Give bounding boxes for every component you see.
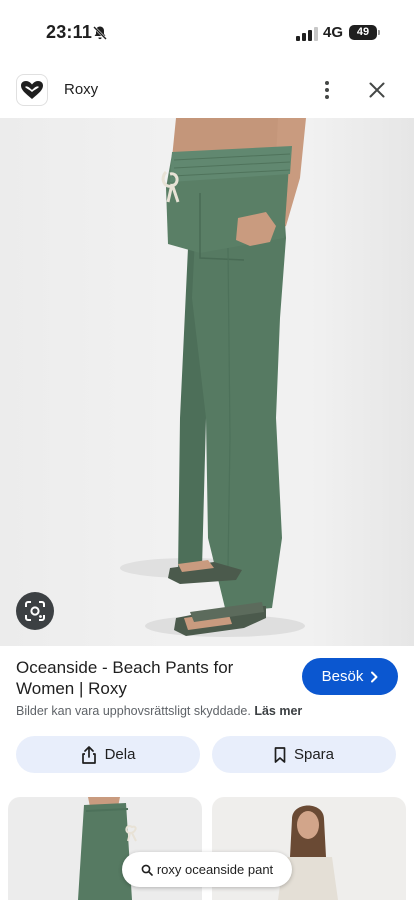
- share-icon: [81, 745, 96, 764]
- source-header: Roxy: [0, 66, 414, 114]
- more-options-button[interactable]: [316, 78, 338, 102]
- roxy-logo[interactable]: [16, 74, 48, 106]
- save-label: Spara: [293, 746, 335, 763]
- save-button[interactable]: Spara: [212, 736, 396, 773]
- battery-tip: [378, 30, 380, 35]
- bookmark-icon: [274, 746, 286, 763]
- roxy-heart-logo-icon: [21, 81, 43, 99]
- share-button[interactable]: Dela: [16, 736, 200, 773]
- search-query: roxy oceanside pant: [156, 862, 274, 877]
- visit-label: Besök: [321, 668, 364, 685]
- status-bar: 23:11 4G 49: [0, 0, 414, 64]
- result-title[interactable]: Oceanside - Beach Pants for Women | Roxy: [16, 657, 286, 699]
- close-button[interactable]: [364, 78, 390, 102]
- beach-pants-photo: [120, 118, 306, 637]
- more-vert-icon: [325, 81, 329, 99]
- status-time: 23:11: [46, 22, 93, 42]
- product-image[interactable]: [0, 118, 414, 646]
- google-lens-button[interactable]: [16, 592, 54, 630]
- search-icon: [141, 864, 153, 876]
- close-icon: [369, 82, 385, 98]
- copyright-text: Bilder kan vara upphovsrättsligt skyddad…: [16, 704, 251, 718]
- site-name[interactable]: Roxy: [64, 81, 98, 98]
- network-type: 4G: [323, 24, 344, 41]
- visit-button[interactable]: Besök: [302, 658, 398, 695]
- bell-off-icon: [93, 26, 107, 40]
- share-label: Dela: [104, 746, 136, 763]
- chevron-right-icon: [371, 671, 378, 682]
- lens-icon: [25, 601, 45, 621]
- copyright-notice: Bilder kan vara upphovsrättsligt skyddad…: [16, 704, 302, 718]
- search-query-pill[interactable]: roxy oceanside pant: [122, 852, 292, 887]
- battery-icon: 49: [349, 25, 377, 40]
- learn-more-link[interactable]: Läs mer: [254, 704, 302, 718]
- signal-icon: [296, 27, 318, 41]
